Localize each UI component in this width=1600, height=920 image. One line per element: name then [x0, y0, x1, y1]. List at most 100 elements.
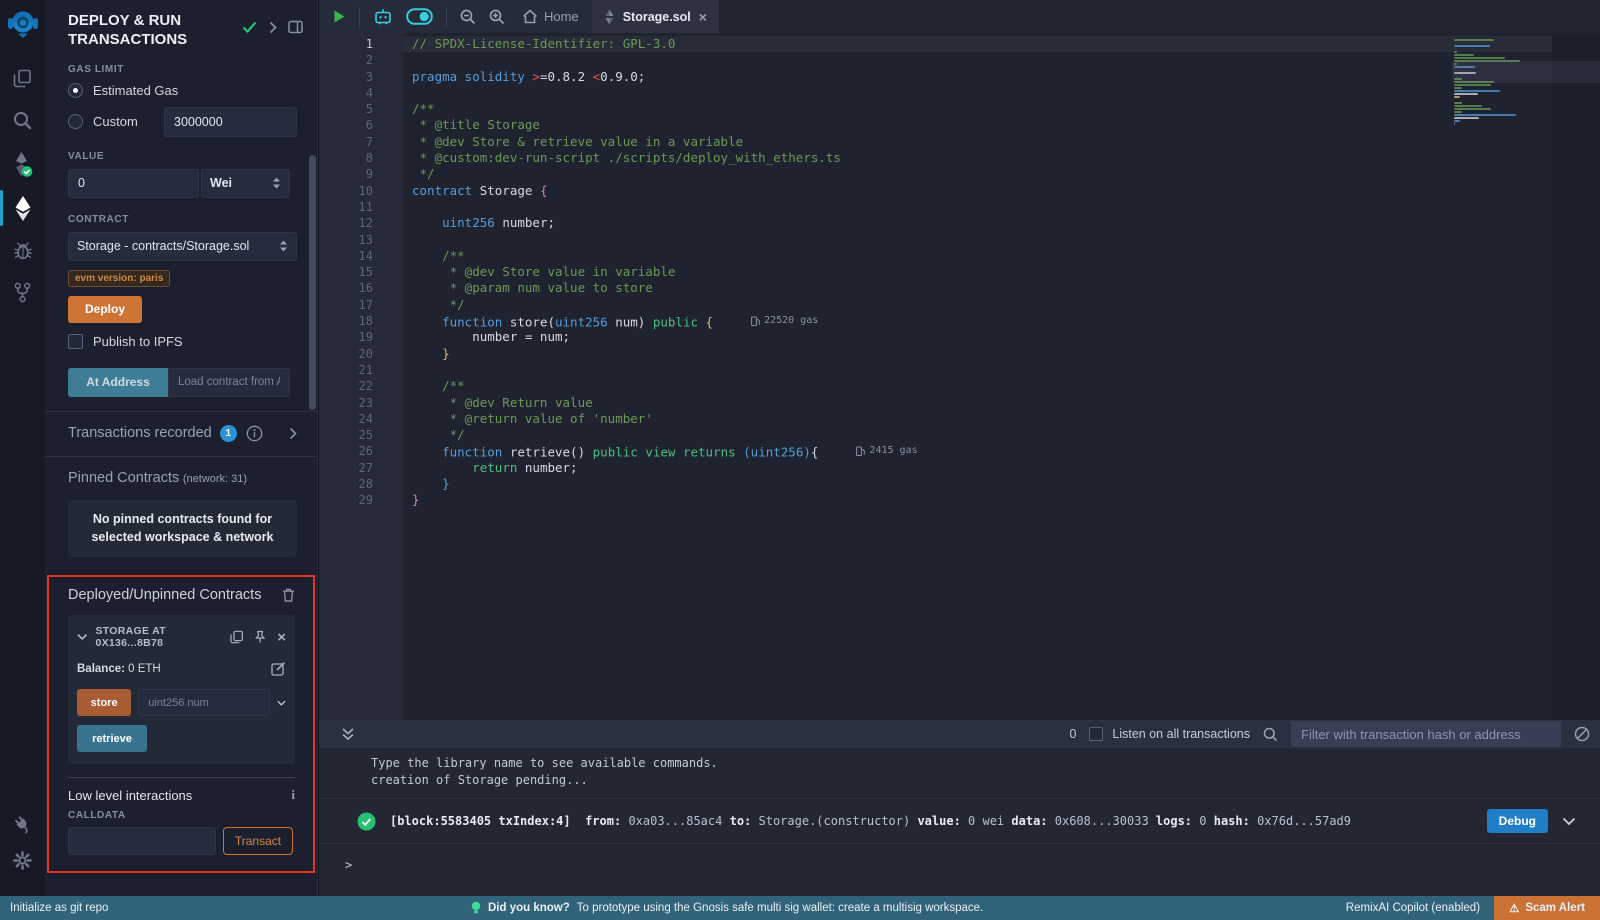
sidebar-item-workspaces[interactable] — [0, 60, 45, 96]
code-line[interactable]: */ — [403, 427, 1600, 443]
git-init-label[interactable]: Initialize as git repo — [10, 902, 108, 914]
close-icon[interactable]: × — [277, 630, 286, 645]
debug-button[interactable]: Debug — [1487, 809, 1548, 833]
code-line[interactable]: * @dev Return value — [403, 395, 1600, 411]
minimap-line — [1454, 102, 1462, 104]
store-function-button[interactable]: store — [77, 689, 131, 716]
pin-panel-icon[interactable] — [288, 20, 303, 34]
code-line[interactable] — [403, 52, 1600, 68]
sidebar-item-compiler[interactable] — [0, 144, 45, 184]
zoom-out-icon[interactable] — [460, 9, 476, 25]
close-tab-icon[interactable]: × — [699, 10, 707, 24]
estimated-gas-radio[interactable] — [68, 83, 83, 98]
scam-alert-badge[interactable]: ⚠ Scam Alert — [1494, 896, 1600, 920]
contract-select[interactable]: Storage - contracts/Storage.sol — [68, 232, 297, 261]
code-line[interactable]: * @dev Store value in variable — [403, 264, 1600, 280]
zoom-in-icon[interactable] — [489, 9, 505, 25]
custom-gas-radio[interactable] — [68, 114, 83, 129]
sidebar-item-plugin-manager[interactable] — [0, 806, 45, 842]
code-line[interactable] — [403, 85, 1600, 101]
code-line[interactable]: /** — [403, 378, 1600, 394]
edit-icon[interactable] — [271, 661, 286, 676]
code-line[interactable]: function store(uint256 num) public {2252… — [403, 313, 1600, 329]
at-address-input[interactable] — [168, 368, 290, 397]
code-line[interactable]: contract Storage { — [403, 183, 1600, 199]
chevron-right-icon[interactable] — [289, 427, 297, 440]
sidebar-item-deploy-run[interactable] — [0, 188, 45, 228]
code-line[interactable]: /** — [403, 248, 1600, 264]
store-arg-input[interactable] — [138, 689, 270, 716]
tab-home[interactable]: Home — [522, 9, 579, 24]
copy-icon[interactable] — [230, 630, 243, 644]
code-line[interactable]: * @param num value to store — [403, 280, 1600, 296]
at-address-button[interactable]: At Address — [68, 368, 168, 397]
custom-gas-input[interactable] — [164, 107, 297, 137]
code-line[interactable]: pragma solidity >=0.8.2 <0.9.0; — [403, 69, 1600, 85]
terminal[interactable]: Type the library name to see available c… — [319, 748, 1600, 896]
code-line[interactable]: } — [403, 492, 1600, 508]
copilot-toggle[interactable] — [406, 8, 433, 25]
code-line[interactable]: * @return value of 'number' — [403, 411, 1600, 427]
contract-label: CONTRACT — [68, 214, 297, 225]
code-line[interactable]: */ — [403, 166, 1600, 182]
tab-storage-sol[interactable]: Storage.sol × — [592, 0, 719, 33]
ban-icon[interactable] — [1574, 726, 1590, 742]
code-line[interactable]: return number; — [403, 460, 1600, 476]
listen-checkbox[interactable] — [1089, 727, 1103, 741]
value-input[interactable] — [68, 169, 199, 198]
info-icon[interactable] — [246, 425, 263, 442]
transact-button[interactable]: Transact — [223, 827, 293, 855]
ai-assistant-icon[interactable] — [373, 8, 393, 25]
contract-instance-header[interactable]: STORAGE AT 0X136...8B78 × — [77, 625, 286, 649]
code-line[interactable]: } — [403, 476, 1600, 492]
code-line[interactable] — [403, 362, 1600, 378]
sidebar-item-search[interactable] — [0, 102, 45, 138]
run-script-icon[interactable] — [332, 9, 346, 24]
publish-ipfs-checkbox[interactable] — [68, 334, 83, 349]
editor-scrollbar[interactable] — [1552, 33, 1600, 720]
estimated-gas-option[interactable]: Estimated Gas — [68, 83, 297, 98]
transaction-log-row[interactable]: [block:5583405 txIndex:4] from: 0xa03...… — [319, 798, 1600, 844]
calldata-input[interactable] — [68, 827, 216, 855]
pin-icon[interactable] — [254, 630, 266, 644]
chevron-down-icon[interactable] — [1562, 817, 1576, 826]
code-line[interactable]: * @title Storage — [403, 117, 1600, 133]
expand-terminal-icon[interactable] — [341, 727, 355, 741]
code-line[interactable] — [403, 199, 1600, 215]
code-line[interactable]: * @custom:dev-run-script ./scripts/deplo… — [403, 150, 1600, 166]
sidebar-item-debugger[interactable] — [0, 232, 45, 268]
code-line[interactable]: uint256 number; — [403, 215, 1600, 231]
editor-code[interactable]: // SPDX-License-Identifier: GPL-3.0 pragm… — [403, 33, 1600, 720]
code-line[interactable]: number = num; — [403, 329, 1600, 345]
sidebar-item-git[interactable] — [0, 274, 45, 310]
remix-logo[interactable] — [0, 0, 45, 46]
info-icon[interactable]: i — [291, 787, 295, 803]
chevron-down-icon[interactable] — [277, 699, 286, 707]
copilot-status[interactable]: RemixAI Copilot (enabled) — [1346, 902, 1480, 914]
trash-icon[interactable] — [282, 588, 295, 602]
minimap-line — [1454, 111, 1462, 113]
minimap-slider[interactable] — [1452, 61, 1600, 83]
code-line[interactable]: function retrieve() public view returns … — [403, 443, 1600, 459]
solidity-file-icon — [604, 9, 615, 25]
code-line[interactable]: } — [403, 346, 1600, 362]
code-line[interactable]: * @dev Store & retrieve value in a varia… — [403, 134, 1600, 150]
terminal-prompt[interactable]: > — [319, 858, 1600, 872]
chevron-right-icon[interactable] — [269, 21, 277, 34]
transactions-recorded-row[interactable]: Transactions recorded 1 — [68, 425, 297, 442]
value-unit-select[interactable]: Wei — [201, 169, 290, 198]
deploy-button[interactable]: Deploy — [68, 296, 142, 323]
panel-scrollbar[interactable] — [309, 155, 316, 410]
code-line[interactable]: */ — [403, 297, 1600, 313]
code-editor[interactable]: 1234567891011121314151617181920212223242… — [319, 33, 1600, 720]
code-line[interactable]: // SPDX-License-Identifier: GPL-3.0 — [403, 36, 1600, 52]
code-line[interactable] — [403, 232, 1600, 248]
line-number: 3 — [319, 69, 403, 85]
retrieve-function-button[interactable]: retrieve — [77, 725, 147, 752]
terminal-filter-input[interactable] — [1291, 721, 1561, 747]
line-number: 29 — [319, 492, 403, 508]
sidebar-item-settings[interactable] — [0, 842, 45, 878]
minimap-line — [1454, 117, 1479, 119]
code-line[interactable]: /** — [403, 101, 1600, 117]
chevron-down-icon[interactable] — [77, 633, 87, 641]
